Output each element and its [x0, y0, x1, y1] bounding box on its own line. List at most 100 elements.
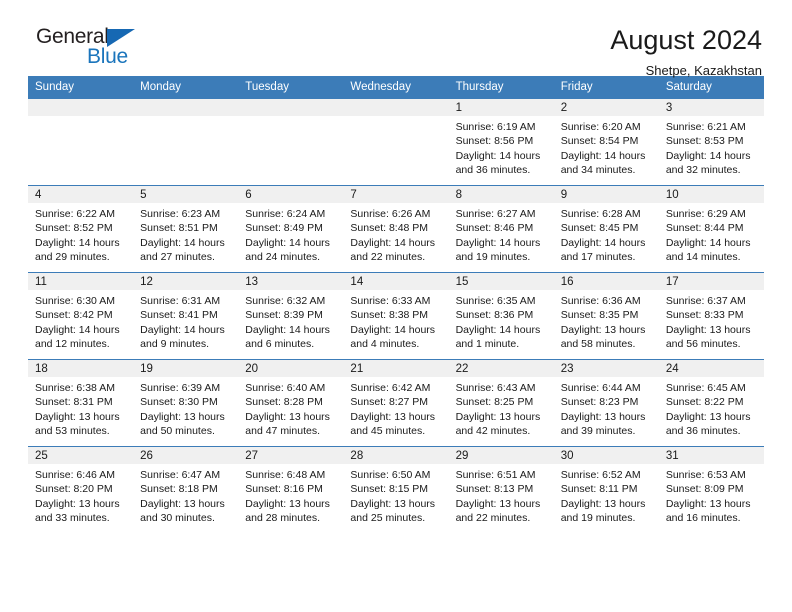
day-details: Sunrise: 6:44 AM Sunset: 8:23 PM Daylight:… — [554, 377, 659, 439]
daylight-text: Daylight: 13 hours and 56 minutes. — [665, 323, 751, 351]
calendar-day-cell[interactable]: 4 Sunrise: 6:22 AM Sunset: 8:52 PM Daylight… — [28, 185, 134, 273]
calendar-week-row: 18 Sunrise: 6:38 AM Sunset: 8:31 PM Dayligh… — [28, 359, 764, 447]
day-number: 4 — [28, 186, 134, 203]
sunrise-text: Sunrise: 6:46 AM — [35, 469, 115, 481]
calendar-cell-empty — [343, 99, 449, 186]
day-number: 31 — [658, 447, 764, 464]
calendar-day-cell[interactable]: 26 Sunrise: 6:47 AM Sunset: 8:18 PM Dayligh… — [133, 446, 239, 533]
sunrise-text: Sunrise: 6:45 AM — [665, 382, 746, 394]
day-number: 13 — [238, 273, 344, 290]
calendar-week-row: 4 Sunrise: 6:22 AM Sunset: 8:52 PM Daylight… — [28, 185, 764, 273]
day-details: Sunrise: 6:40 AM Sunset: 8:28 PM Daylight:… — [238, 377, 343, 439]
sunset-text: Sunset: 8:31 PM — [35, 396, 113, 409]
calendar-day-cell[interactable]: 8 Sunrise: 6:27 AM Sunset: 8:46 PM Daylight… — [448, 185, 554, 273]
day-number: 24 — [658, 360, 764, 377]
sunrise-text: Sunrise: 6:28 AM — [560, 208, 641, 220]
day-number: 11 — [28, 273, 134, 290]
day-number: 26 — [133, 447, 239, 464]
daylight-text: Daylight: 13 hours and 30 minutes. — [140, 497, 225, 525]
page-title: August 2024 — [610, 25, 762, 55]
calendar-day-cell[interactable]: 19 Sunrise: 6:39 AM Sunset: 8:30 PM Dayligh… — [133, 359, 239, 447]
sunrise-text: Sunrise: 6:39 AM — [140, 382, 221, 394]
calendar-day-cell[interactable]: 21 Sunrise: 6:42 AM Sunset: 8:27 PM Dayligh… — [343, 359, 449, 447]
logo-text-blue: Blue — [87, 45, 128, 68]
daylight-text: Daylight: 14 hours and 24 minutes. — [245, 236, 330, 264]
sunrise-text: Sunrise: 6:52 AM — [560, 469, 641, 481]
calendar-day-cell[interactable]: 18 Sunrise: 6:38 AM Sunset: 8:31 PM Dayligh… — [28, 359, 134, 447]
calendar-day-cell[interactable]: 17 Sunrise: 6:37 AM Sunset: 8:33 PM Dayligh… — [658, 272, 764, 360]
sunset-text: Sunset: 8:45 PM — [560, 222, 639, 235]
calendar-day-cell[interactable]: 1 Sunrise: 6:19 AM Sunset: 8:56 PM Daylight… — [448, 99, 554, 186]
daylight-text: Daylight: 13 hours and 45 minutes. — [350, 410, 436, 438]
calendar-day-cell[interactable]: 29 Sunrise: 6:51 AM Sunset: 8:13 PM Dayligh… — [448, 446, 554, 533]
sunset-text: Sunset: 8:09 PM — [665, 483, 744, 496]
calendar-day-cell[interactable]: 28 Sunrise: 6:50 AM Sunset: 8:15 PM Dayligh… — [343, 446, 449, 533]
day-number — [343, 99, 449, 116]
daylight-text: Daylight: 14 hours and 22 minutes. — [350, 236, 436, 264]
sunset-text: Sunset: 8:42 PM — [35, 309, 113, 322]
sunset-text: Sunset: 8:49 PM — [245, 222, 323, 235]
day-details: Sunrise: 6:51 AM Sunset: 8:13 PM Daylight:… — [449, 464, 554, 526]
sunset-text: Sunset: 8:28 PM — [245, 396, 323, 409]
sunrise-text: Sunrise: 6:27 AM — [455, 208, 536, 220]
calendar-day-cell[interactable]: 22 Sunrise: 6:43 AM Sunset: 8:25 PM Dayligh… — [448, 359, 554, 447]
daylight-text: Daylight: 14 hours and 12 minutes. — [35, 323, 120, 351]
calendar-week-row: 25 Sunrise: 6:46 AM Sunset: 8:20 PM Dayligh… — [28, 446, 764, 533]
calendar-day-cell[interactable]: 3 Sunrise: 6:21 AM Sunset: 8:53 PM Daylight… — [658, 99, 764, 186]
calendar-day-cell[interactable]: 12 Sunrise: 6:31 AM Sunset: 8:41 PM Dayligh… — [133, 272, 239, 360]
day-details: Sunrise: 6:52 AM Sunset: 8:11 PM Daylight:… — [554, 464, 659, 526]
day-details: Sunrise: 6:36 AM Sunset: 8:35 PM Daylight:… — [554, 290, 659, 352]
day-number: 30 — [553, 447, 659, 464]
day-details: Sunrise: 6:48 AM Sunset: 8:16 PM Daylight:… — [238, 464, 343, 526]
sunset-text: Sunset: 8:51 PM — [140, 222, 218, 235]
calendar-day-cell[interactable]: 10 Sunrise: 6:29 AM Sunset: 8:44 PM Dayligh… — [658, 185, 764, 273]
daylight-text: Daylight: 14 hours and 32 minutes. — [665, 149, 751, 177]
calendar-day-cell[interactable]: 24 Sunrise: 6:45 AM Sunset: 8:22 PM Dayligh… — [658, 359, 764, 447]
sunset-text: Sunset: 8:36 PM — [455, 309, 534, 322]
sunset-text: Sunset: 8:54 PM — [560, 135, 639, 148]
daylight-text: Daylight: 14 hours and 27 minutes. — [140, 236, 225, 264]
calendar-day-cell[interactable]: 15 Sunrise: 6:35 AM Sunset: 8:36 PM Dayligh… — [448, 272, 554, 360]
sunrise-text: Sunrise: 6:50 AM — [350, 469, 431, 481]
sunset-text: Sunset: 8:27 PM — [350, 396, 429, 409]
calendar-day-cell[interactable]: 25 Sunrise: 6:46 AM Sunset: 8:20 PM Dayligh… — [28, 446, 134, 533]
day-details: Sunrise: 6:43 AM Sunset: 8:25 PM Daylight:… — [449, 377, 554, 439]
calendar-day-cell[interactable]: 30 Sunrise: 6:52 AM Sunset: 8:11 PM Dayligh… — [553, 446, 659, 533]
weekday-header-tuesday: Tuesday — [238, 76, 344, 99]
daylight-text: Daylight: 14 hours and 19 minutes. — [455, 236, 541, 264]
calendar-day-cell[interactable]: 23 Sunrise: 6:44 AM Sunset: 8:23 PM Dayligh… — [553, 359, 659, 447]
day-number: 14 — [343, 273, 449, 290]
sunrise-text: Sunrise: 6:47 AM — [140, 469, 221, 481]
calendar-day-cell[interactable]: 20 Sunrise: 6:40 AM Sunset: 8:28 PM Dayligh… — [238, 359, 344, 447]
daylight-text: Daylight: 13 hours and 33 minutes. — [35, 497, 120, 525]
daylight-text: Daylight: 14 hours and 29 minutes. — [35, 236, 120, 264]
day-number: 25 — [28, 447, 134, 464]
calendar-day-cell[interactable]: 2 Sunrise: 6:20 AM Sunset: 8:54 PM Daylight… — [553, 99, 659, 186]
calendar-day-cell[interactable]: 5 Sunrise: 6:23 AM Sunset: 8:51 PM Daylight… — [133, 185, 239, 273]
calendar-day-cell[interactable]: 11 Sunrise: 6:30 AM Sunset: 8:42 PM Dayligh… — [28, 272, 134, 360]
calendar-day-cell[interactable]: 31 Sunrise: 6:53 AM Sunset: 8:09 PM Dayligh… — [658, 446, 764, 533]
sunrise-text: Sunrise: 6:26 AM — [350, 208, 431, 220]
calendar-cell-empty — [28, 99, 134, 186]
calendar-day-cell[interactable]: 7 Sunrise: 6:26 AM Sunset: 8:48 PM Daylight… — [343, 185, 449, 273]
calendar-day-cell[interactable]: 27 Sunrise: 6:48 AM Sunset: 8:16 PM Dayligh… — [238, 446, 344, 533]
sunset-text: Sunset: 8:22 PM — [665, 396, 744, 409]
calendar-day-cell[interactable]: 6 Sunrise: 6:24 AM Sunset: 8:49 PM Daylight… — [238, 185, 344, 273]
sunset-text: Sunset: 8:52 PM — [35, 222, 113, 235]
calendar-day-cell[interactable]: 16 Sunrise: 6:36 AM Sunset: 8:35 PM Dayligh… — [553, 272, 659, 360]
day-number: 23 — [553, 360, 659, 377]
calendar-day-cell[interactable]: 14 Sunrise: 6:33 AM Sunset: 8:38 PM Dayligh… — [343, 272, 449, 360]
day-details: Sunrise: 6:30 AM Sunset: 8:42 PM Daylight:… — [28, 290, 133, 352]
sunrise-text: Sunrise: 6:48 AM — [245, 469, 326, 481]
calendar-body: 1 Sunrise: 6:19 AM Sunset: 8:56 PM Daylight… — [28, 99, 764, 533]
day-number: 18 — [28, 360, 134, 377]
day-number — [238, 99, 344, 116]
day-details: Sunrise: 6:38 AM Sunset: 8:31 PM Daylight:… — [28, 377, 133, 439]
sunset-text: Sunset: 8:35 PM — [560, 309, 639, 322]
day-number: 1 — [448, 99, 554, 116]
calendar-day-cell[interactable]: 13 Sunrise: 6:32 AM Sunset: 8:39 PM Dayligh… — [238, 272, 344, 360]
sunset-text: Sunset: 8:13 PM — [455, 483, 534, 496]
calendar-day-cell[interactable]: 9 Sunrise: 6:28 AM Sunset: 8:45 PM Daylight… — [553, 185, 659, 273]
general-blue-logo[interactable]: General Blue — [28, 26, 178, 78]
daylight-text: Daylight: 14 hours and 36 minutes. — [455, 149, 541, 177]
